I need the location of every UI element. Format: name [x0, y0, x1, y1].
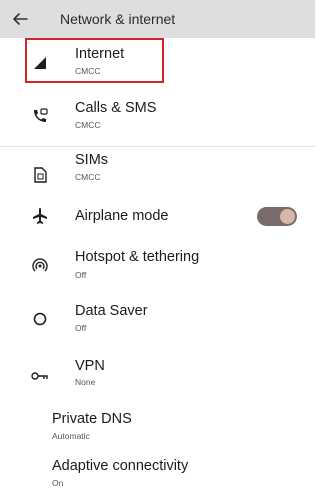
data-saver-label: Data Saver — [75, 303, 148, 319]
adaptive-connectivity-item[interactable]: Adaptive connectivity On — [0, 455, 315, 488]
calls-sms-icon — [30, 106, 50, 126]
vpn-item[interactable]: VPN None — [0, 354, 315, 396]
signal-icon — [30, 53, 50, 73]
page-title: Network & internet — [60, 11, 176, 27]
hotspot-label: Hotspot & tethering — [75, 249, 200, 265]
internet-item[interactable]: Internet CMCC — [0, 40, 315, 82]
data-saver-item[interactable]: Data Saver Off — [0, 298, 315, 340]
data-saver-sub: Off — [75, 323, 87, 333]
calls-sms-sub: CMCC — [75, 120, 101, 130]
vpn-key-icon — [30, 366, 50, 386]
internet-label: Internet — [75, 46, 125, 62]
hotspot-icon — [30, 255, 50, 275]
data-saver-icon — [30, 309, 50, 329]
top-app-bar: Network & internet — [0, 0, 315, 38]
vpn-sub: None — [75, 377, 96, 387]
vpn-label: VPN — [75, 358, 105, 374]
private-dns-item[interactable]: Private DNS Automatic — [0, 408, 315, 448]
internet-sub: CMCC — [75, 66, 101, 76]
private-dns-label: Private DNS — [52, 411, 132, 427]
hotspot-item[interactable]: Hotspot & tethering Off — [0, 244, 315, 286]
private-dns-sub: Automatic — [52, 431, 90, 441]
calls-sms-item[interactable]: Calls & SMS CMCC — [0, 95, 315, 137]
adaptive-connectivity-sub: On — [52, 478, 64, 488]
sims-item[interactable]: SIMs CMCC — [0, 148, 315, 190]
toggle-knob — [280, 209, 295, 224]
hotspot-sub: Off — [75, 270, 87, 280]
adaptive-connectivity-label: Adaptive connectivity — [52, 458, 189, 474]
sim-icon — [30, 165, 50, 185]
airplane-icon — [30, 206, 50, 226]
sims-label: SIMs — [75, 152, 109, 168]
sims-sub: CMCC — [75, 172, 101, 182]
airplane-mode-toggle[interactable] — [257, 207, 297, 226]
back-arrow-icon[interactable] — [10, 9, 30, 29]
section-divider — [0, 146, 315, 147]
calls-sms-label: Calls & SMS — [75, 100, 157, 116]
airplane-label: Airplane mode — [75, 208, 169, 224]
